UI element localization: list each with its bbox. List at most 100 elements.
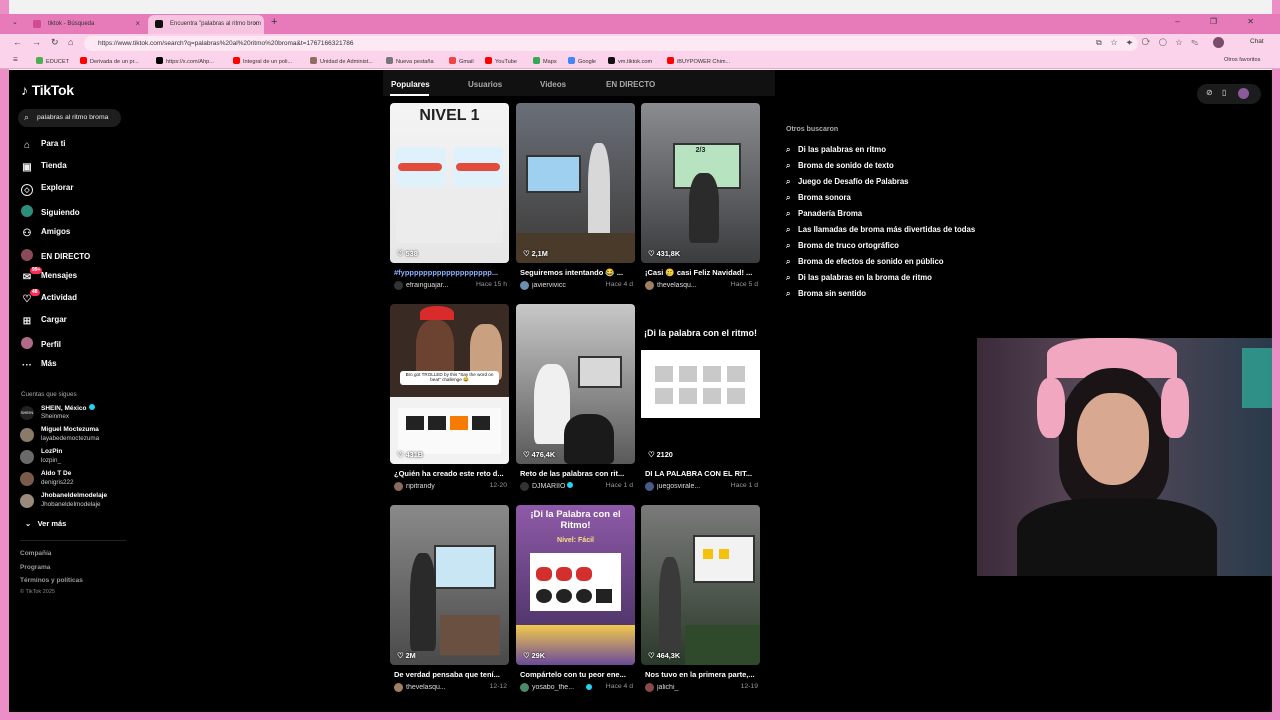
nav-cargar[interactable]: ⊞ Cargar	[21, 315, 67, 329]
username[interactable]: yosabo_the...	[532, 684, 584, 691]
bookmark-item[interactable]: https://x.com/Ahp...	[156, 57, 214, 65]
likes-count: ♡ 538	[397, 249, 418, 258]
related-search-item[interactable]: ⌕ Las llamadas de broma más divertidas de…	[786, 225, 975, 235]
nav-mensajes[interactable]: ✉ 99+ Mensajes	[21, 267, 77, 285]
username[interactable]: thevelasqu...	[406, 684, 468, 691]
bookmark-item[interactable]: Google	[568, 57, 596, 65]
close-tab-icon[interactable]: ×	[135, 19, 140, 28]
video-thumbnail[interactable]: NIVEL 1	[390, 103, 509, 263]
search-input[interactable]: ⌕ palabras al ritmo broma	[18, 109, 121, 127]
search-icon: ⌕	[786, 177, 791, 186]
phone-icon[interactable]: ▯	[1222, 88, 1226, 97]
username[interactable]: ripitrandy	[406, 483, 468, 490]
nav-tienda[interactable]: ▣ Tienda	[21, 161, 66, 175]
tab-usuarios[interactable]: Usuarios	[468, 80, 502, 89]
other-favorites[interactable]: Otros favoritos	[1224, 57, 1260, 63]
video-thumbnail[interactable]: ¡Di la Palabra con el Ritmo! Nivel: Fáci…	[516, 505, 635, 665]
footer-link[interactable]: Compañía	[20, 550, 51, 557]
video-caption[interactable]: DI LA PALABRA CON EL RIT...	[645, 469, 759, 478]
related-search-item[interactable]: ⌕ Broma sonora	[786, 193, 851, 203]
username[interactable]: efrainguajar...	[406, 282, 468, 289]
tab-search-menu-icon[interactable]: ⌄	[12, 18, 18, 26]
browser-tab-active[interactable]: Encuentra "palabras al ritmo brom ×	[148, 15, 264, 34]
video-caption[interactable]: Seguiremos intentando 😂 ...	[520, 268, 634, 277]
username[interactable]: jalichi_	[657, 684, 719, 691]
tab-populares[interactable]: Populares	[391, 80, 430, 89]
nav-mas[interactable]: ··· Más	[21, 359, 57, 373]
video-caption[interactable]: Compártelo con tu peor ene...	[520, 670, 634, 679]
account-handle: Sheinmex	[41, 413, 70, 420]
username[interactable]: javiervivicc	[532, 282, 594, 289]
video-caption[interactable]: ¡Casi 🥲 casi Feliz Navidad! ...	[645, 268, 759, 277]
username[interactable]: juegosvirale...	[657, 483, 719, 490]
window-controls[interactable]: – ❐ ✕	[1175, 17, 1268, 26]
url-input[interactable]: https://www.tiktok.com/search?q=palabras…	[84, 36, 1138, 51]
new-tab-button[interactable]: +	[271, 16, 277, 28]
video-caption[interactable]: De verdad pensaba que tení...	[394, 670, 508, 679]
back-icon[interactable]: ←	[13, 37, 22, 47]
related-search-item[interactable]: ⌕ Panadería Broma	[786, 209, 862, 219]
bookmark-item[interactable]: YouTube	[485, 57, 517, 65]
bookmark-item[interactable]: Nueva pestaña	[386, 57, 434, 65]
video-thumbnail[interactable]	[516, 304, 635, 464]
address-bar: ← → ↻ ⌂ https://www.tiktok.com/search?q=…	[0, 34, 1280, 53]
chat-button[interactable]: Chat	[1250, 38, 1264, 45]
bookmark-item[interactable]: vm.tiktok.com	[608, 57, 652, 65]
video-thumbnail[interactable]	[390, 505, 509, 665]
video-thumbnail[interactable]	[641, 505, 760, 665]
username[interactable]: thevelasqu...	[657, 282, 719, 289]
bookmark-item[interactable]: Maps	[533, 57, 557, 65]
related-search-item[interactable]: ⌕ Broma sin sentido	[786, 289, 866, 299]
video-caption[interactable]: ¿Quién ha creado este reto d...	[394, 469, 508, 478]
person-image	[564, 414, 614, 464]
video-caption[interactable]: #fyppppppppppppppppppp...	[394, 268, 508, 277]
word-grid-image	[398, 408, 501, 454]
related-search-item[interactable]: ⌕ Di las palabras en ritmo	[786, 145, 886, 155]
related-search-item[interactable]: ⌕ Juego de Desafío de Palabras	[786, 177, 909, 187]
bookmark-item[interactable]: Unidad de Administ...	[310, 57, 373, 65]
related-search-item[interactable]: ⌕ Di las palabras en la broma de ritmo	[786, 273, 932, 283]
profile-avatar[interactable]	[1213, 37, 1224, 48]
tiktok-logo[interactable]: ♪ TikTok	[21, 82, 74, 98]
bookmark-item[interactable]: Integral de un poli...	[233, 57, 292, 65]
browser-tab-search[interactable]: tiktok - Búsqueda ×	[26, 15, 146, 34]
search-icon: ⌕	[786, 257, 791, 266]
nav-explorar[interactable]: ◇ Explorar	[21, 183, 73, 197]
video-caption[interactable]: Reto de las palabras con rit...	[520, 469, 634, 478]
see-more-button[interactable]: ⌄ Ver más	[25, 519, 66, 528]
home-icon[interactable]: ⌂	[68, 37, 73, 47]
video-thumbnail[interactable]: Bro got TROLLED by this "Say the word on…	[390, 304, 509, 464]
nav-actividad[interactable]: ♡ 48 Actividad	[21, 289, 77, 307]
bookmark-item[interactable]: Gmail	[449, 57, 474, 65]
bookmark-item[interactable]: EDUCET	[36, 57, 69, 65]
bookmark-item[interactable]: iBUYPOWER Chim...	[667, 57, 730, 65]
tab-en-directo[interactable]: EN DIRECTO	[606, 80, 655, 89]
bookmarks-menu-icon[interactable]: ☰	[13, 57, 18, 63]
person-image	[689, 173, 719, 243]
video-thumbnail[interactable]: ¡Di la palabra con el ritmo!	[641, 304, 760, 464]
reload-icon[interactable]: ↻	[51, 37, 59, 48]
likes-count: ♡ 2,1M	[523, 249, 548, 258]
extension-icons[interactable]: ⧉☆✦⟳◯☆✎	[1096, 38, 1207, 48]
nav-para-ti[interactable]: ⌂ Para ti	[21, 139, 66, 153]
nav-perfil[interactable]: Perfil	[21, 337, 61, 351]
profile-avatar[interactable]	[1238, 88, 1249, 99]
username[interactable]: DJMARIIO	[532, 483, 565, 490]
related-search-item[interactable]: ⌕ Broma de efectos de sonido en público	[786, 257, 944, 267]
related-search-item[interactable]: ⌕ Broma de truco ortográfico	[786, 241, 899, 251]
bookmark-item[interactable]: Derivada de un pr...	[80, 57, 139, 65]
footer-link[interactable]: Programa	[20, 564, 50, 571]
nav-en-directo[interactable]: EN DIRECTO	[21, 249, 90, 263]
related-search-item[interactable]: ⌕ Broma de sonido de texto	[786, 161, 894, 171]
video-thumbnail[interactable]	[516, 103, 635, 263]
video-caption[interactable]: Nos tuvo en la primera parte,...	[645, 670, 759, 679]
forward-icon[interactable]: →	[32, 37, 41, 47]
video-thumbnail[interactable]: 2/3	[641, 103, 760, 263]
footer-link[interactable]: Términos y políticas	[20, 577, 83, 584]
nav-siguiendo[interactable]: Siguiendo	[21, 205, 80, 219]
tab-videos[interactable]: Videos	[540, 80, 566, 89]
nav-amigos[interactable]: ⚇ Amigos	[21, 227, 71, 241]
user-avatar	[394, 281, 403, 290]
close-tab-icon[interactable]: ×	[253, 19, 258, 28]
compass-icon[interactable]: ⊘	[1206, 88, 1213, 97]
